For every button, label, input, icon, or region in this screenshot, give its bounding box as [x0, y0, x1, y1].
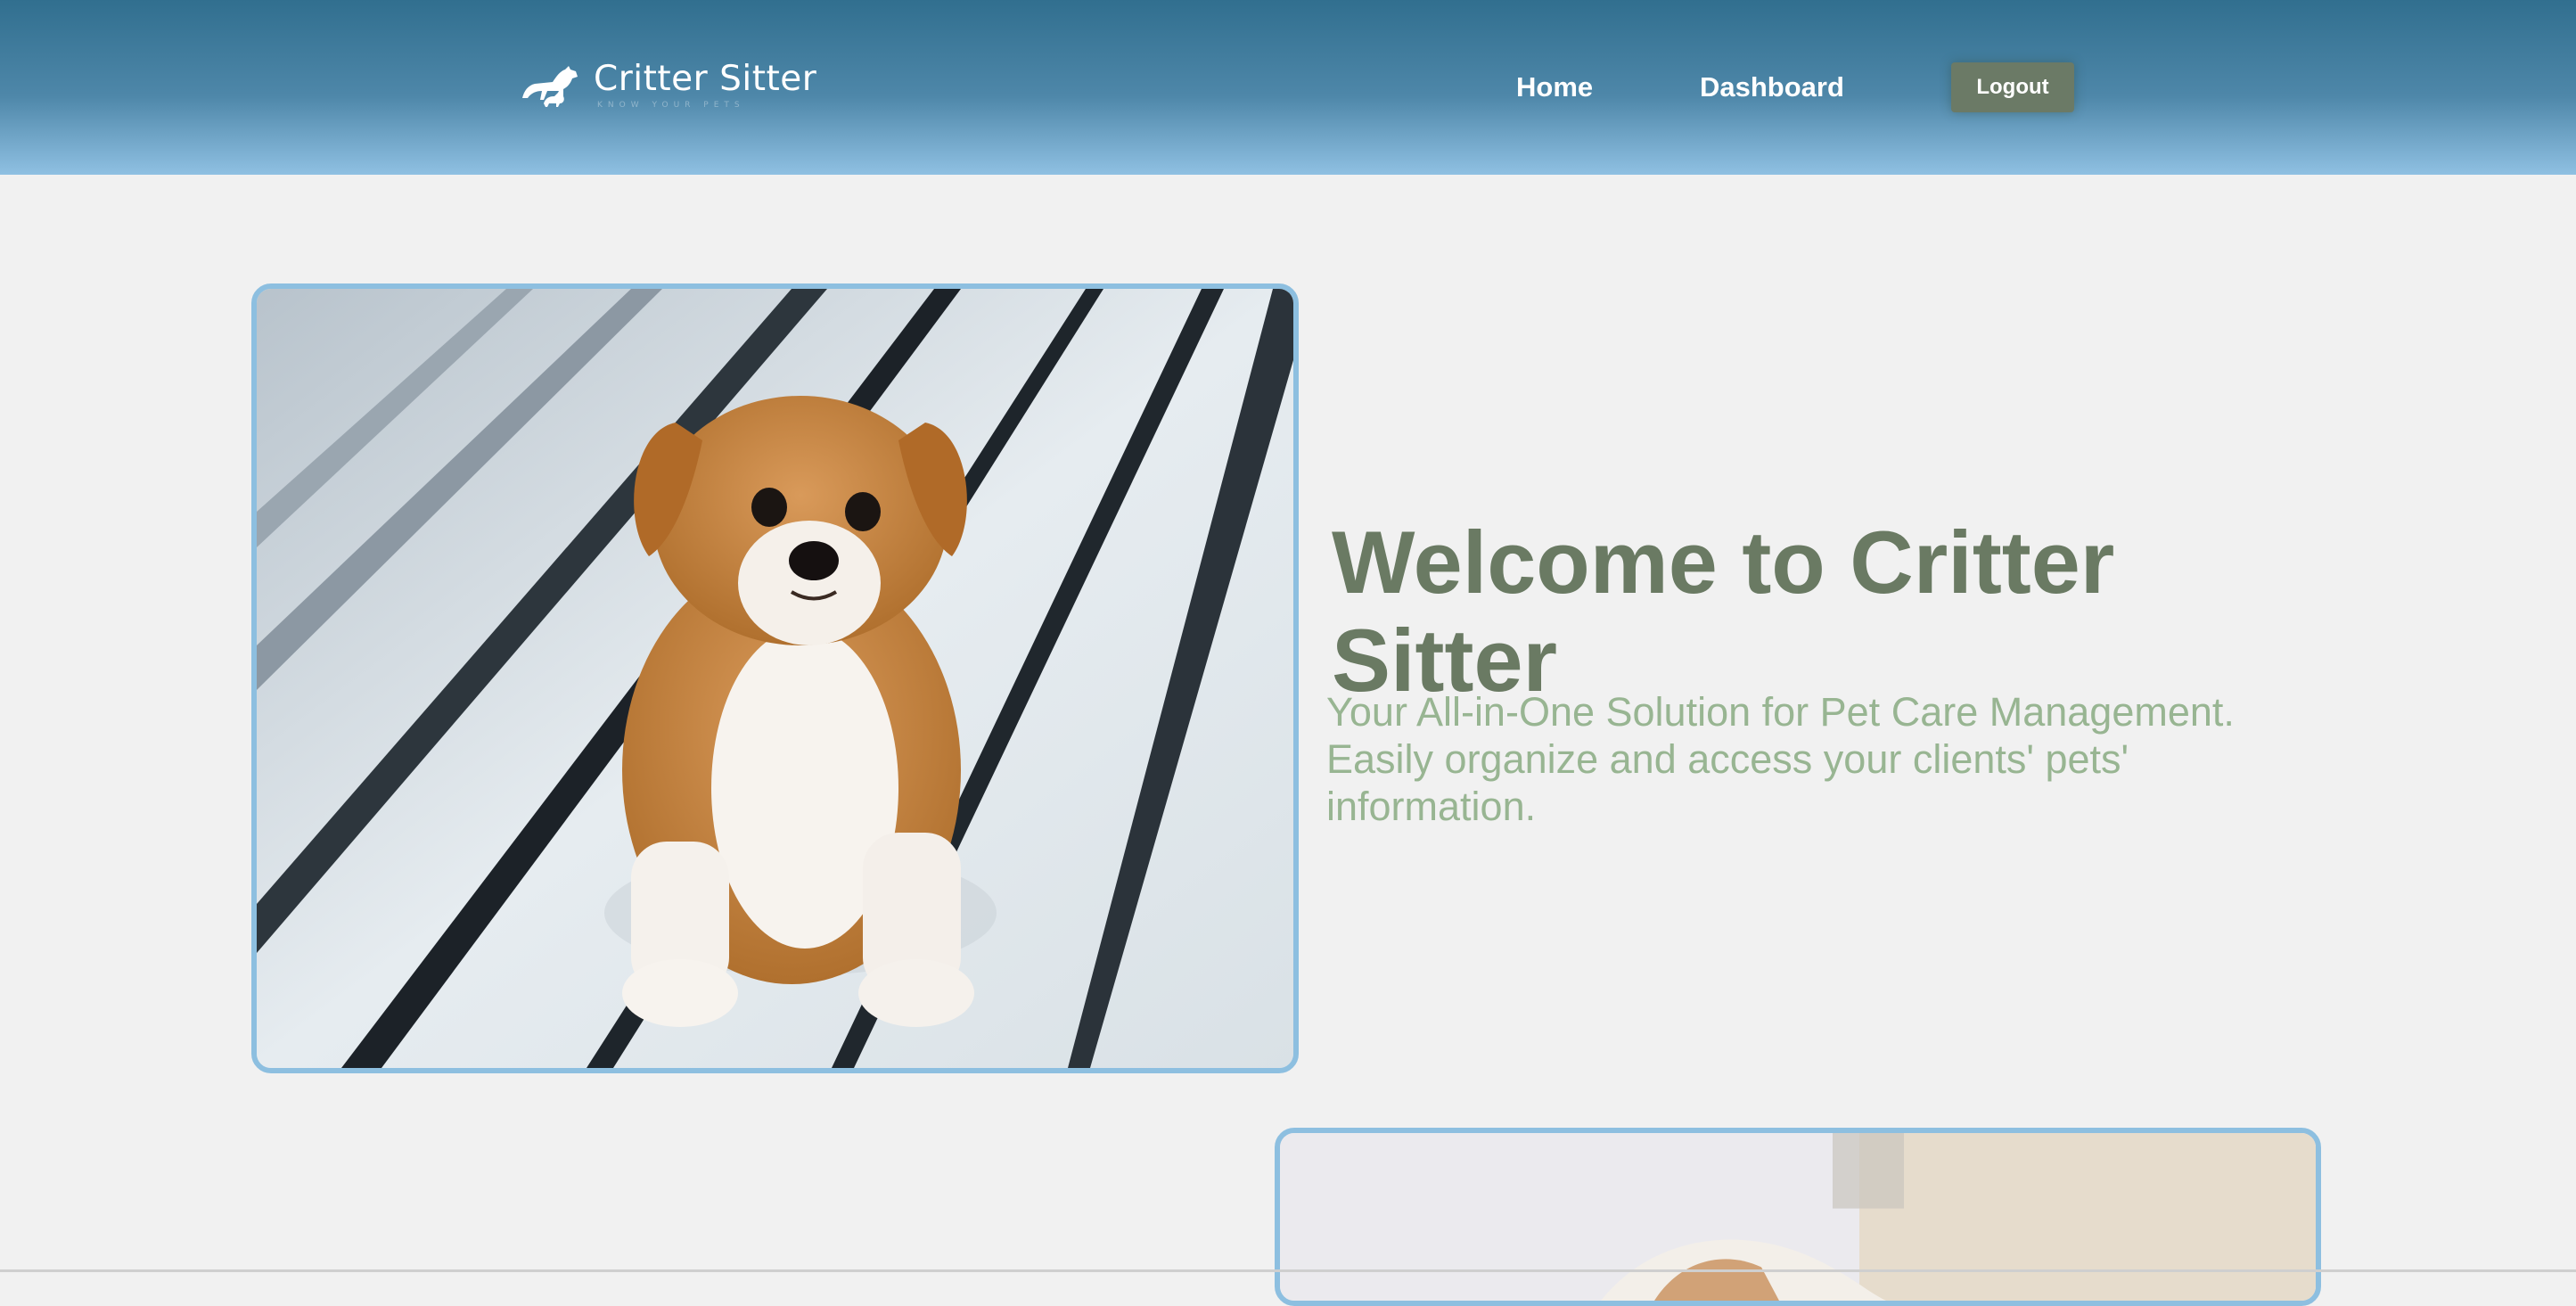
logout-button[interactable]: Logout	[1951, 62, 2074, 112]
site-header: Critter Sitter KNOW YOUR PETS Home Dashb…	[0, 0, 2576, 175]
pet-photo-illustration	[1280, 1133, 2316, 1301]
secondary-pet-image	[1275, 1128, 2321, 1306]
dog-and-cat-logo-icon	[522, 66, 578, 107]
hero-puppy-image	[251, 283, 1299, 1073]
welcome-subheading: Your All-in-One Solution for Pet Care Ma…	[1326, 689, 2235, 829]
puppy-photo-illustration	[257, 289, 1293, 1068]
nav-dashboard-link[interactable]: Dashboard	[1700, 70, 1844, 105]
logo-title: Critter Sitter	[594, 59, 817, 99]
logo[interactable]: Critter Sitter KNOW YOUR PETS	[517, 59, 816, 116]
welcome-heading: Welcome to Critter Sitter	[1332, 513, 2115, 710]
nav-home-link[interactable]: Home	[1516, 70, 1593, 105]
logo-tagline: KNOW YOUR PETS	[597, 101, 745, 110]
